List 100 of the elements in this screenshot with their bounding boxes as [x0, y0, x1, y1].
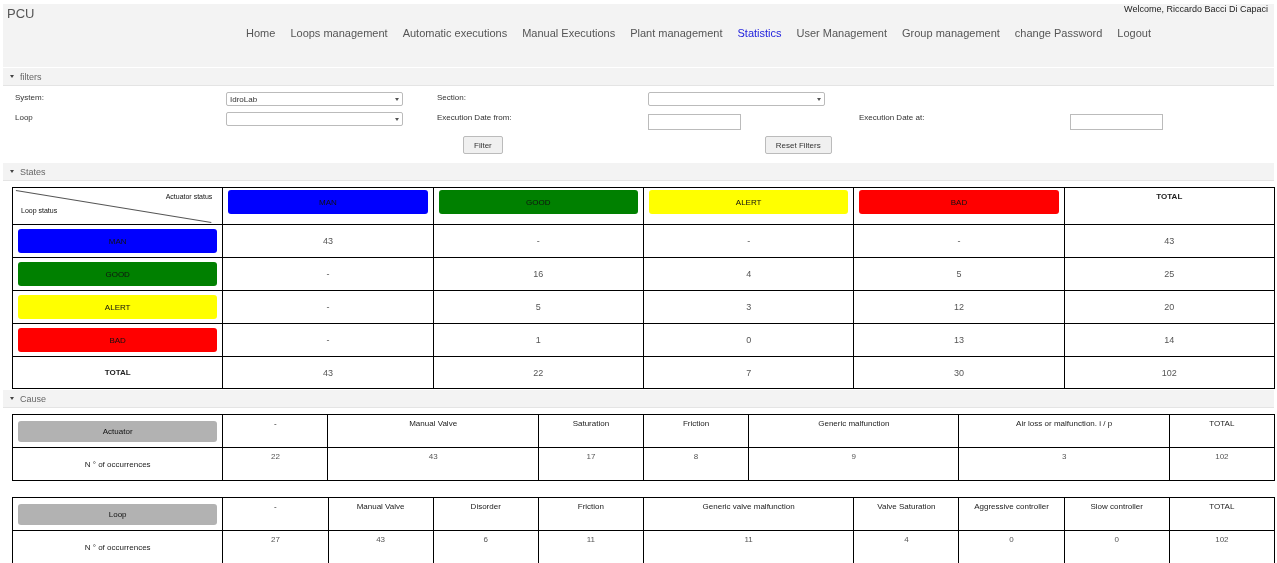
table-cell: 43	[323, 367, 333, 378]
table-cell: 102	[1215, 452, 1229, 461]
column-header: Slow controller	[1090, 502, 1143, 511]
table-cell: 25	[1164, 269, 1175, 279]
field-label: Execution Date from:	[437, 112, 513, 124]
nav-link[interactable]: Automatic executions	[402, 27, 508, 39]
table-cell: 3	[1061, 452, 1067, 461]
table-cell: 17	[586, 452, 596, 461]
column-header: Friction	[577, 502, 604, 511]
reset-button[interactable]: Reset Filters	[764, 136, 832, 154]
table-cell: 14	[1164, 335, 1175, 345]
dropdown-arrow-icon	[817, 97, 821, 101]
section-title: States	[20, 166, 46, 177]
table-cell: 102	[1215, 535, 1229, 544]
table-cell: 11	[744, 535, 753, 544]
column-header: Manual Valve	[409, 419, 458, 428]
date-input[interactable]	[1070, 113, 1163, 130]
table-cell: 0	[1009, 535, 1014, 544]
app-title: PCU	[7, 6, 35, 21]
table-cell: -	[957, 236, 961, 246]
select-field[interactable]	[648, 92, 825, 106]
column-header: Manual Valve	[356, 502, 405, 511]
column-header: Aggressive controller	[974, 502, 1049, 511]
table-cell: 43	[323, 236, 333, 246]
status-badge: MAN	[18, 229, 218, 253]
table-cell: 102	[1161, 367, 1177, 378]
table-cell: 22	[533, 367, 544, 378]
nav-link[interactable]: Home	[246, 27, 276, 39]
table-cell: 22	[270, 452, 280, 461]
column-header: Generic malfunction	[818, 419, 890, 428]
table-cell: 9	[851, 452, 856, 461]
dropdown-arrow-icon	[395, 117, 399, 121]
column-header: TOTAL	[1155, 191, 1184, 201]
table-cell: 11	[586, 535, 596, 544]
row-header: TOTAL	[103, 368, 132, 377]
table-cell: 12	[953, 302, 964, 312]
category-badge: Loop	[18, 503, 218, 525]
table-cell: -	[326, 335, 330, 345]
nav-link[interactable]: Plant management	[630, 27, 723, 39]
table-cell: 43	[428, 452, 438, 461]
table-cell: 43	[1164, 236, 1175, 246]
table-cell: 27	[270, 535, 280, 544]
field-label: Execution Date at:	[859, 112, 926, 124]
column-header: Friction	[682, 419, 710, 428]
table-cell: 1	[535, 335, 541, 345]
status-badge: ALERT	[18, 295, 218, 319]
section-title: filters	[20, 71, 42, 82]
table-cell: 20	[1164, 302, 1175, 312]
table-cell: 4	[904, 535, 909, 544]
nav-link[interactable]: change Password	[1014, 27, 1103, 39]
column-header: Valve Saturation	[877, 502, 936, 511]
select-field[interactable]: IdroLab	[226, 92, 403, 106]
table-cell: 6	[483, 535, 488, 544]
welcome-text: Welcome, Riccardo Bacci Di Capaci	[1124, 4, 1268, 14]
table-cell: 0	[1114, 535, 1119, 544]
dropdown-arrow-icon	[395, 97, 399, 101]
column-header: Saturation	[572, 419, 610, 428]
column-header: Air loss or malfunction. i / p	[1016, 419, 1113, 428]
table-cell: -	[536, 236, 540, 246]
table-cell: 13	[953, 335, 964, 345]
section-header[interactable]: filters	[3, 68, 1274, 86]
column-header: Generic valve malfunction	[702, 502, 795, 511]
table-cell: 43	[376, 535, 386, 544]
table-cell: 4	[746, 269, 752, 279]
section-header[interactable]: Cause	[3, 390, 1274, 408]
column-header: -	[274, 419, 277, 428]
select-field[interactable]	[226, 112, 403, 126]
status-badge: BAD	[859, 190, 1059, 214]
field-label: System:	[15, 92, 45, 104]
status-badge: GOOD	[18, 262, 218, 286]
row-header: N ° of occurrences	[84, 542, 151, 552]
status-badge: GOOD	[438, 190, 638, 214]
field-label: Loop	[15, 112, 34, 124]
table-cell: 5	[535, 302, 541, 312]
nav-link[interactable]: Manual Executions	[522, 27, 616, 39]
column-header: -	[274, 502, 277, 511]
table-cell: 5	[956, 269, 962, 279]
table-cell: -	[326, 302, 330, 312]
table-cell: 8	[693, 452, 699, 461]
filter-button[interactable]: Filter	[463, 136, 503, 154]
table-cell: 30	[953, 367, 964, 378]
nav-link[interactable]: Logout	[1117, 27, 1151, 39]
table-cell: -	[747, 236, 751, 246]
table-cell: 16	[533, 269, 544, 279]
table-cell: 0	[746, 335, 752, 345]
section-header[interactable]: States	[3, 163, 1274, 181]
field-label: Section:	[437, 92, 467, 104]
nav-link[interactable]: Loops management	[290, 27, 388, 39]
nav-link[interactable]: Group management	[902, 27, 1000, 39]
date-input[interactable]	[648, 113, 741, 130]
nav-link[interactable]: User Management	[796, 27, 887, 39]
nav-link[interactable]: Statistics	[737, 27, 782, 39]
row-header: N ° of occurrences	[84, 459, 151, 469]
status-badge: ALERT	[649, 190, 849, 214]
category-badge: Actuator	[18, 420, 218, 442]
status-badge: BAD	[18, 328, 218, 352]
column-header: Disorder	[470, 502, 501, 511]
section-title: Cause	[20, 393, 46, 404]
table-cell: -	[326, 269, 330, 279]
column-header: TOTAL	[1209, 502, 1235, 511]
